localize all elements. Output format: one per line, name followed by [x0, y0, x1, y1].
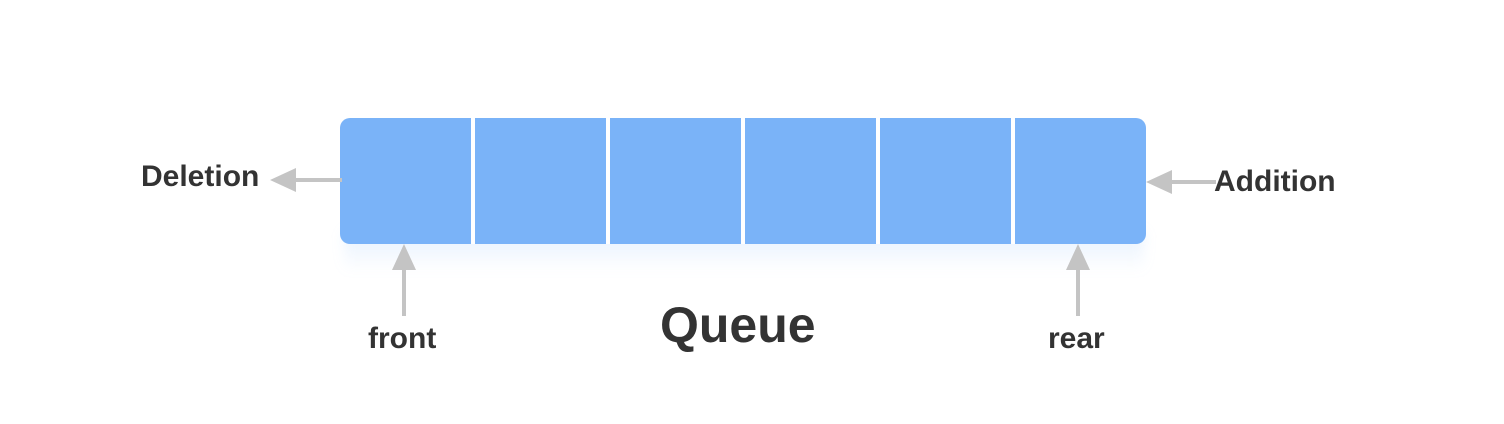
queue-bar [340, 118, 1146, 244]
front-label: front [368, 322, 437, 355]
queue-diagram: Deletion Addition front rear Queue [0, 0, 1504, 424]
queue-cell [475, 118, 606, 244]
queue-cell [880, 118, 1011, 244]
rear-label: rear [1048, 322, 1105, 355]
queue-cell [1015, 118, 1146, 244]
addition-arrow-icon [1146, 170, 1216, 194]
queue-cell [340, 118, 471, 244]
front-arrow-icon [392, 244, 416, 316]
addition-label: Addition [1214, 165, 1336, 198]
queue-cell [610, 118, 741, 244]
rear-arrow-icon [1066, 244, 1090, 316]
queue-cell [745, 118, 876, 244]
queue-title: Queue [660, 297, 816, 353]
deletion-label: Deletion [141, 160, 260, 193]
deletion-arrow-icon [270, 168, 342, 192]
